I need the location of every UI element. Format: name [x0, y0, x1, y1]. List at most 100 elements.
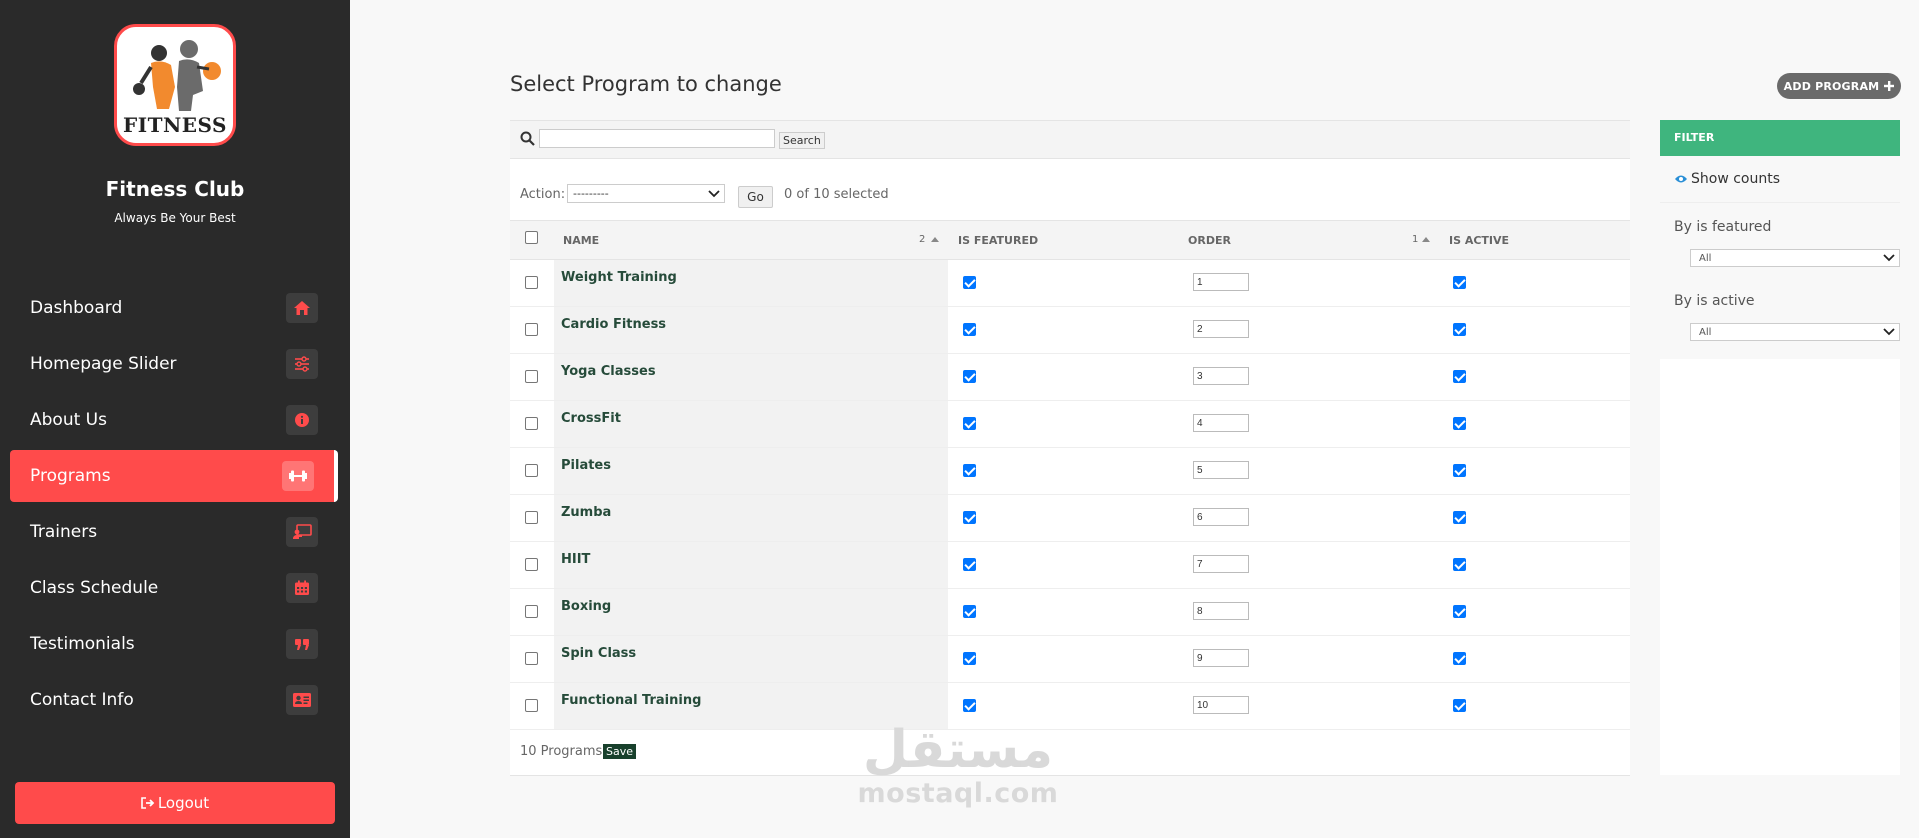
program-name-link[interactable]: Yoga Classes — [561, 364, 656, 379]
page-title: Select Program to change — [510, 72, 782, 96]
is-active-checkbox[interactable] — [1453, 323, 1466, 336]
column-header-is-featured[interactable]: IS FEATURED — [958, 234, 1038, 247]
watermark-arabic: مستقل — [862, 720, 1054, 780]
logout-button[interactable]: Logout — [15, 782, 335, 824]
is-featured-checkbox[interactable] — [963, 417, 976, 430]
sort-asc-icon[interactable] — [1422, 237, 1430, 242]
order-input[interactable] — [1193, 696, 1249, 714]
is-featured-checkbox[interactable] — [963, 558, 976, 571]
is-active-checkbox[interactable] — [1453, 417, 1466, 430]
filter-featured-label: By is featured — [1674, 219, 1772, 235]
search-icon — [520, 131, 535, 146]
is-active-checkbox[interactable] — [1453, 699, 1466, 712]
program-name-link[interactable]: CrossFit — [561, 411, 621, 426]
filter-featured-select[interactable]: All — [1690, 249, 1900, 267]
order-input[interactable] — [1193, 320, 1249, 338]
is-active-checkbox[interactable] — [1453, 558, 1466, 571]
column-header-name[interactable]: NAME — [563, 234, 599, 247]
column-header-order[interactable]: ORDER — [1188, 234, 1231, 247]
is-featured-checkbox[interactable] — [963, 323, 976, 336]
sidebar-item-homepage-slider[interactable]: Homepage Slider — [10, 338, 338, 390]
row-select-checkbox[interactable] — [525, 605, 538, 618]
program-name-link[interactable]: Spin Class — [561, 646, 636, 661]
watermark-latin: mostaql.com — [857, 778, 1059, 809]
logout-icon — [141, 797, 155, 809]
calendar-icon — [286, 573, 318, 603]
filter-body: By is featured All By is active — [1660, 203, 1900, 315]
brand-logo[interactable]: FITNESS — [114, 24, 236, 146]
is-featured-checkbox[interactable] — [963, 276, 976, 289]
table-row: Weight Training — [510, 260, 1630, 307]
sidebar-item-trainers[interactable]: Trainers — [10, 506, 338, 558]
select-all-checkbox[interactable] — [525, 231, 538, 244]
is-featured-checkbox[interactable] — [963, 511, 976, 524]
row-select-checkbox[interactable] — [525, 276, 538, 289]
program-name-link[interactable]: Cardio Fitness — [561, 317, 666, 332]
program-name-link[interactable]: Functional Training — [561, 693, 701, 708]
sidebar-item-testimonials[interactable]: Testimonials — [10, 618, 338, 670]
program-name-link[interactable]: HIIT — [561, 552, 590, 567]
row-select-checkbox[interactable] — [525, 417, 538, 430]
program-name-link[interactable]: Boxing — [561, 599, 611, 614]
row-select-checkbox[interactable] — [525, 558, 538, 571]
order-input[interactable] — [1193, 461, 1249, 479]
order-input[interactable] — [1193, 602, 1249, 620]
program-name-link[interactable]: Pilates — [561, 458, 611, 473]
is-active-checkbox[interactable] — [1453, 464, 1466, 477]
is-active-checkbox[interactable] — [1453, 605, 1466, 618]
order-input[interactable] — [1193, 273, 1249, 291]
row-select-checkbox[interactable] — [525, 323, 538, 336]
sidebar-item-label: Programs — [30, 466, 111, 486]
sidebar: FITNESS Fitness Club Always Be Your Best… — [0, 0, 350, 838]
is-active-checkbox[interactable] — [1453, 370, 1466, 383]
brand-name: Fitness Club — [105, 177, 245, 201]
sliders-icon — [286, 349, 318, 379]
sidebar-item-dashboard[interactable]: Dashboard — [10, 282, 338, 334]
table-row: Pilates — [510, 448, 1630, 495]
sidebar-item-label: Contact Info — [30, 690, 134, 710]
watermark: مستقل mostaql.com — [848, 720, 1068, 808]
is-active-checkbox[interactable] — [1453, 652, 1466, 665]
program-name-link[interactable]: Zumba — [561, 505, 611, 520]
show-counts-link[interactable]: Show counts — [1660, 156, 1900, 203]
order-input[interactable] — [1193, 649, 1249, 667]
row-select-checkbox[interactable] — [525, 699, 538, 712]
filter-featured-value: All — [1699, 252, 1712, 264]
order-input[interactable] — [1193, 508, 1249, 526]
search-input[interactable] — [539, 129, 775, 148]
row-select-checkbox[interactable] — [525, 464, 538, 477]
is-active-checkbox[interactable] — [1453, 276, 1466, 289]
action-label: Action: — [520, 187, 566, 202]
order-input[interactable] — [1193, 367, 1249, 385]
add-program-button[interactable]: ADD PROGRAM — [1777, 73, 1901, 99]
filter-active-select[interactable]: All — [1690, 323, 1900, 341]
sort-asc-icon[interactable] — [931, 237, 939, 242]
filter-body-extra: All — [1660, 315, 1900, 359]
row-select-checkbox[interactable] — [525, 511, 538, 524]
is-featured-checkbox[interactable] — [963, 464, 976, 477]
order-input[interactable] — [1193, 414, 1249, 432]
search-toolbar: Search — [510, 120, 1630, 159]
sidebar-item-label: Class Schedule — [30, 578, 159, 598]
search-button[interactable]: Search — [779, 132, 825, 149]
action-selected-option: --------- — [573, 187, 609, 200]
is-featured-checkbox[interactable] — [963, 605, 976, 618]
sidebar-item-programs[interactable]: Programs — [10, 450, 338, 502]
row-select-checkbox[interactable] — [525, 370, 538, 383]
sidebar-item-about-us[interactable]: About Us — [10, 394, 338, 446]
action-select[interactable]: --------- — [567, 184, 725, 203]
row-select-checkbox[interactable] — [525, 652, 538, 665]
is-featured-checkbox[interactable] — [963, 370, 976, 383]
chevron-down-icon — [1883, 328, 1895, 336]
is-active-checkbox[interactable] — [1453, 511, 1466, 524]
is-featured-checkbox[interactable] — [963, 652, 976, 665]
sidebar-item-contact-info[interactable]: Contact Info — [10, 674, 338, 726]
save-button[interactable]: Save — [603, 744, 637, 759]
go-button[interactable]: Go — [738, 186, 773, 208]
show-counts-label: Show counts — [1691, 171, 1781, 187]
is-featured-checkbox[interactable] — [963, 699, 976, 712]
column-header-is-active[interactable]: IS ACTIVE — [1449, 234, 1509, 247]
program-name-link[interactable]: Weight Training — [561, 270, 677, 285]
sidebar-item-class-schedule[interactable]: Class Schedule — [10, 562, 338, 614]
order-input[interactable] — [1193, 555, 1249, 573]
